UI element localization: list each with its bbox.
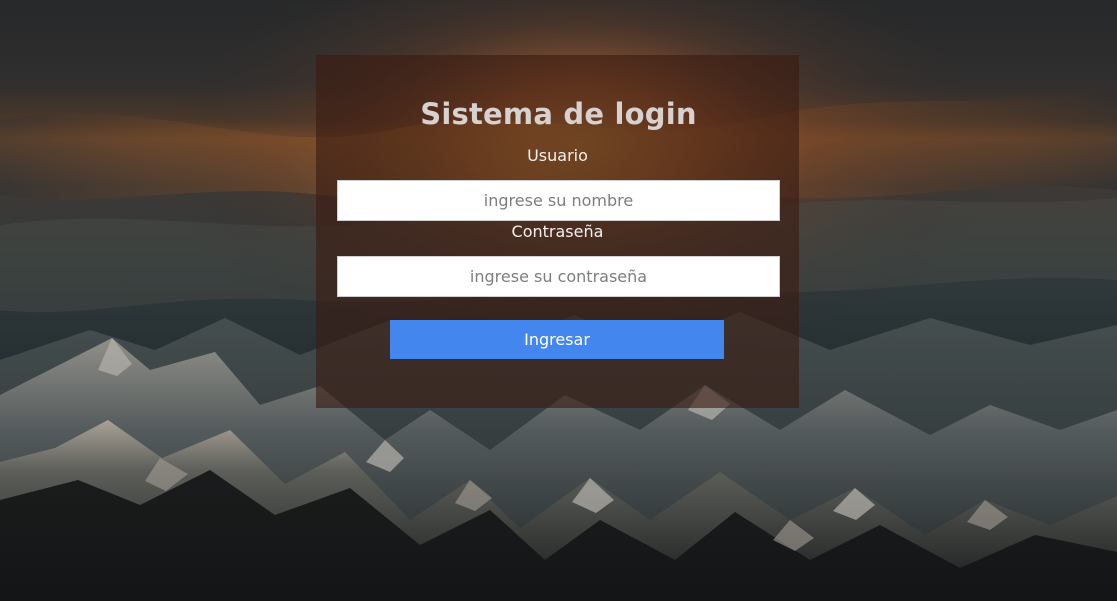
login-title: Sistema de login: [420, 97, 697, 131]
password-label: Contraseña: [511, 222, 604, 241]
submit-button[interactable]: Ingresar: [390, 320, 724, 359]
username-label: Usuario: [527, 146, 588, 165]
password-input[interactable]: [337, 256, 780, 297]
username-input[interactable]: [337, 180, 780, 221]
